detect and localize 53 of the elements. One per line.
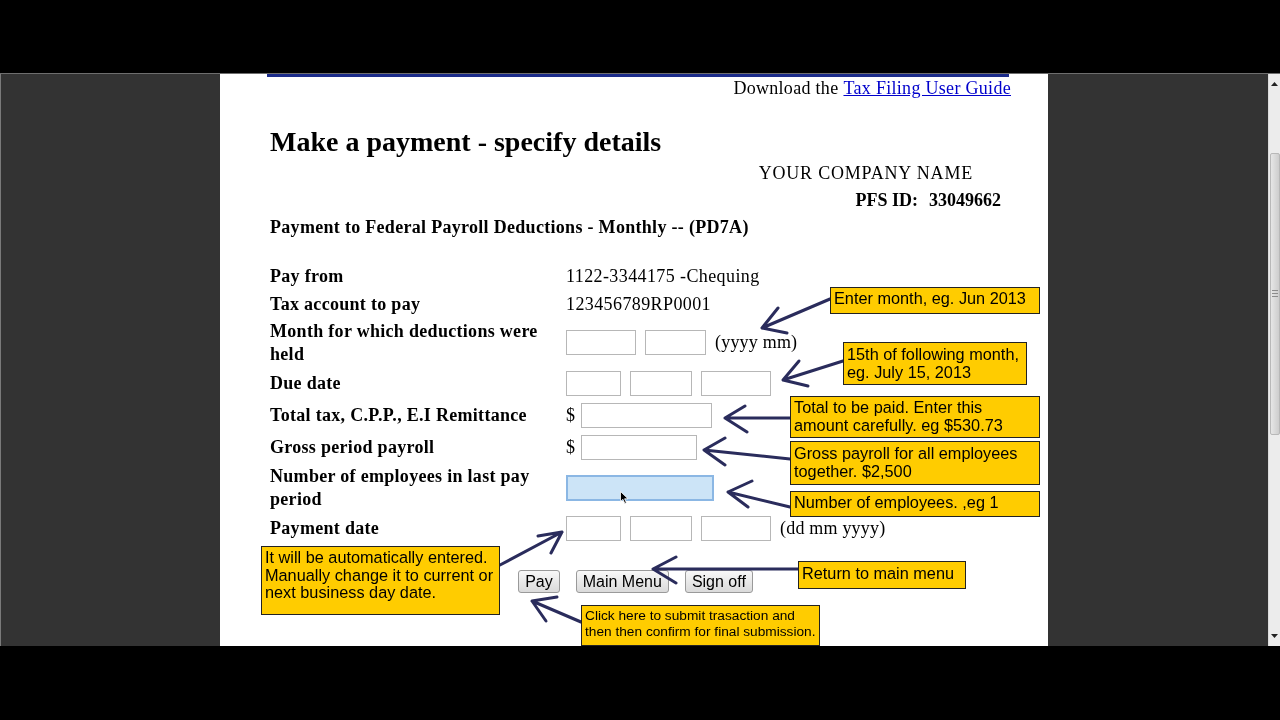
input-field[interactable] <box>566 515 621 541</box>
format-hint: (yyyy mm) <box>715 331 798 354</box>
scroll-down-arrow-icon[interactable] <box>1271 634 1278 638</box>
annotation-note: 15th of following month, eg. July 15, 2013 <box>843 342 1027 385</box>
payment-type-heading: Payment to Federal Payroll Deductions - Monthly -- (PD7A) <box>270 216 750 238</box>
field-label: Payment date <box>270 516 381 540</box>
annotation-note: Return to main menu <box>798 561 966 589</box>
pfs-id-label: PFS ID: <box>855 189 918 211</box>
field-label: Due date <box>270 371 342 395</box>
annotation-note: Total to be paid. Enter this amount carefully. eg $530.73 <box>790 396 1040 438</box>
annotation-note: Click here to submit trasaction and then then confirm for final submission. <box>581 605 820 646</box>
currency-symbol: $ <box>566 403 576 427</box>
mouse-pointer-icon <box>620 491 629 504</box>
company-name: YOUR COMPANY NAME <box>758 162 973 184</box>
input-field[interactable] <box>630 370 692 396</box>
pfs-id-value: 33049662 <box>929 189 1001 211</box>
field-value: 123456789RP0001 <box>566 292 712 316</box>
callout-arrow <box>723 404 792 434</box>
input-field[interactable] <box>566 330 636 355</box>
field-label: Gross period payroll <box>270 435 436 459</box>
field-label: Tax account to pay <box>270 292 422 316</box>
input-field[interactable] <box>566 474 714 501</box>
annotation-note: It will be automatically entered. Manually change it to current or next business day date. <box>261 546 500 615</box>
pay-button[interactable]: Pay <box>518 570 560 593</box>
scrollbar-thumb[interactable] <box>1269 153 1280 435</box>
callout-arrow <box>498 530 564 567</box>
input-field[interactable] <box>701 515 771 541</box>
field-label: Total tax, C.P.P., E.I Remittance <box>270 403 528 427</box>
main-menu-button[interactable]: Main Menu <box>575 570 669 593</box>
callout-arrow <box>726 479 792 509</box>
field-label: Number of employees in last pay period <box>270 465 531 510</box>
callout-arrow <box>781 359 845 388</box>
page-title: Make a payment - specify details <box>270 126 663 158</box>
format-hint: (dd mm yyyy) <box>780 516 886 540</box>
callout-arrow <box>760 297 832 335</box>
annotation-note: Gross payroll for all employees together. $2,500 <box>790 441 1040 485</box>
annotation-note: Number of employees. ,eg 1 <box>790 491 1040 517</box>
input-field[interactable] <box>581 434 697 460</box>
input-field[interactable] <box>630 515 692 541</box>
sign-off-button[interactable]: Sign off <box>684 570 753 593</box>
field-label: Month for which deductions were held <box>270 320 539 365</box>
scroll-up-arrow-icon[interactable] <box>1271 82 1278 86</box>
annotation-note: Enter month, eg. Jun 2013 <box>830 287 1040 314</box>
input-field[interactable] <box>566 370 621 396</box>
currency-symbol: $ <box>566 435 576 459</box>
guide-link[interactable]: Tax Filing User Guide <box>843 77 1011 99</box>
callout-arrow <box>530 595 583 624</box>
input-field[interactable] <box>645 330 706 355</box>
input-field[interactable] <box>701 370 771 396</box>
field-label: Pay from <box>270 264 345 288</box>
input-field[interactable] <box>581 402 712 428</box>
guide-text: Download the <box>733 77 839 99</box>
field-value: 1122-3344175 -Chequing <box>566 264 760 288</box>
